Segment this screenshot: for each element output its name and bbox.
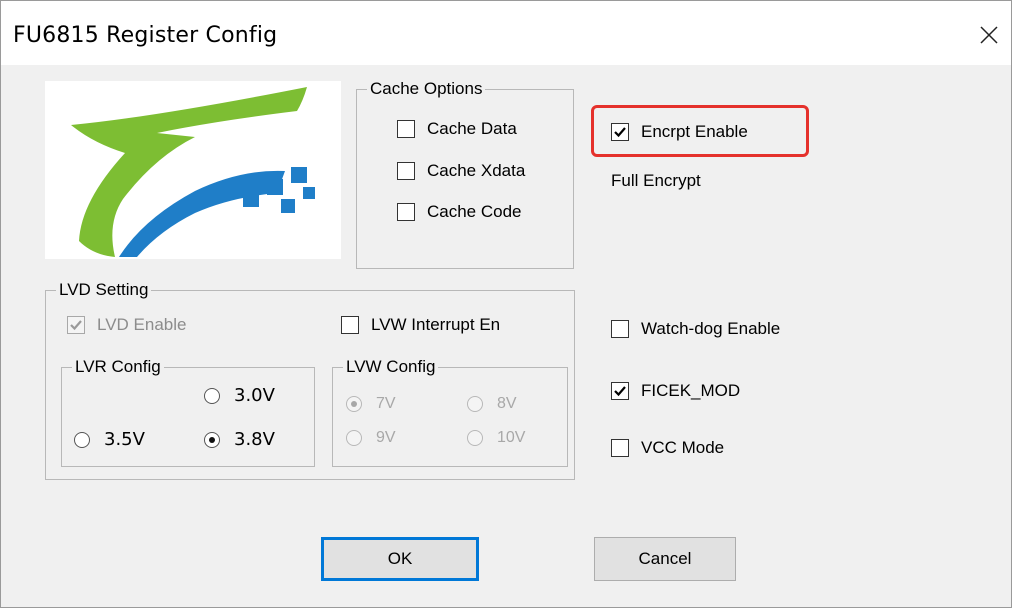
title-bar: FU6815 Register Config bbox=[1, 1, 1011, 65]
checkbox-box[interactable] bbox=[611, 123, 629, 141]
cache-xdata-checkbox[interactable]: Cache Xdata bbox=[397, 161, 525, 181]
radio-circle[interactable] bbox=[346, 430, 362, 446]
lvw-config-group: LVW Config bbox=[332, 356, 568, 467]
radio-circle[interactable] bbox=[467, 430, 483, 446]
lvw-7v-label: 7V bbox=[376, 395, 396, 412]
encrypt-enable-label: Encrpt Enable bbox=[641, 122, 748, 141]
check-icon bbox=[70, 320, 82, 331]
cache-code-label: Cache Code bbox=[427, 202, 522, 221]
lvw-8v-label: 8V bbox=[497, 395, 517, 412]
checkbox-box[interactable] bbox=[611, 439, 629, 457]
lvd-setting-label: LVD Setting bbox=[56, 279, 152, 301]
lvr-3-8v-radio[interactable]: 3.8V bbox=[204, 429, 275, 450]
lvw-7v-radio[interactable]: 7V bbox=[346, 395, 396, 413]
checkbox-box[interactable] bbox=[611, 320, 629, 338]
radio-circle[interactable] bbox=[204, 387, 220, 404]
window-title: FU6815 Register Config bbox=[13, 23, 278, 48]
cache-data-checkbox[interactable]: Cache Data bbox=[397, 119, 517, 139]
checkbox-box[interactable] bbox=[341, 316, 359, 334]
close-icon bbox=[980, 26, 998, 44]
cancel-button[interactable]: Cancel bbox=[594, 537, 736, 581]
vcc-mode-label: VCC Mode bbox=[641, 438, 725, 457]
lvr-3-0v-label: 3.0V bbox=[234, 385, 275, 406]
lvr-3-0v-radio[interactable]: 3.0V bbox=[204, 385, 275, 406]
radio-circle[interactable] bbox=[346, 396, 362, 412]
radio-circle[interactable] bbox=[74, 431, 90, 448]
encrypt-enable-checkbox[interactable]: Encrpt Enable bbox=[611, 122, 748, 142]
cache-options-label: Cache Options bbox=[367, 78, 486, 100]
lvr-config-label: LVR Config bbox=[72, 356, 164, 378]
ok-button[interactable]: OK bbox=[321, 537, 479, 581]
vcc-mode-checkbox[interactable]: VCC Mode bbox=[611, 438, 724, 458]
lvr-config-group: LVR Config bbox=[61, 356, 315, 467]
ficek-mod-checkbox[interactable]: FICEK_MOD bbox=[611, 381, 740, 401]
close-button[interactable] bbox=[967, 13, 1011, 57]
lvr-3-5v-label: 3.5V bbox=[104, 429, 145, 450]
checkbox-box[interactable] bbox=[397, 162, 415, 180]
checkbox-box[interactable] bbox=[611, 382, 629, 400]
lvr-3-5v-radio[interactable]: 3.5V bbox=[74, 429, 145, 450]
lvw-interrupt-checkbox[interactable]: LVW Interrupt En bbox=[341, 315, 500, 335]
lvw-9v-radio[interactable]: 9V bbox=[346, 429, 396, 447]
watchdog-enable-label: Watch-dog Enable bbox=[641, 319, 781, 338]
lvw-8v-radio[interactable]: 8V bbox=[467, 395, 517, 413]
lvw-9v-label: 9V bbox=[376, 429, 396, 446]
checkbox-box[interactable] bbox=[67, 316, 85, 334]
checkbox-box[interactable] bbox=[397, 120, 415, 138]
watchdog-enable-checkbox[interactable]: Watch-dog Enable bbox=[611, 319, 780, 339]
check-icon bbox=[614, 386, 626, 397]
check-icon bbox=[614, 127, 626, 138]
encrypt-mode-text: Full Encrypt bbox=[611, 171, 701, 190]
company-logo bbox=[45, 81, 341, 259]
cache-data-label: Cache Data bbox=[427, 119, 517, 138]
lvr-3-8v-label: 3.8V bbox=[234, 429, 275, 450]
radio-dot bbox=[351, 401, 357, 407]
lvw-config-label: LVW Config bbox=[343, 356, 439, 378]
register-config-dialog: FU6815 Register Config Cache Options Cac… bbox=[0, 0, 1012, 608]
lvd-enable-label: LVD Enable bbox=[97, 315, 187, 334]
radio-circle[interactable] bbox=[467, 396, 483, 412]
ficek-mod-label: FICEK_MOD bbox=[641, 381, 741, 400]
lvd-enable-checkbox[interactable]: LVD Enable bbox=[67, 315, 186, 335]
logo-icon bbox=[71, 87, 315, 257]
radio-circle[interactable] bbox=[204, 431, 220, 448]
lvw-interrupt-label: LVW Interrupt En bbox=[371, 315, 501, 334]
checkbox-box[interactable] bbox=[397, 203, 415, 221]
radio-dot bbox=[209, 436, 215, 443]
lvw-10v-label: 10V bbox=[497, 429, 526, 446]
cache-code-checkbox[interactable]: Cache Code bbox=[397, 202, 522, 222]
lvw-10v-radio[interactable]: 10V bbox=[467, 429, 525, 447]
cache-xdata-label: Cache Xdata bbox=[427, 161, 526, 180]
